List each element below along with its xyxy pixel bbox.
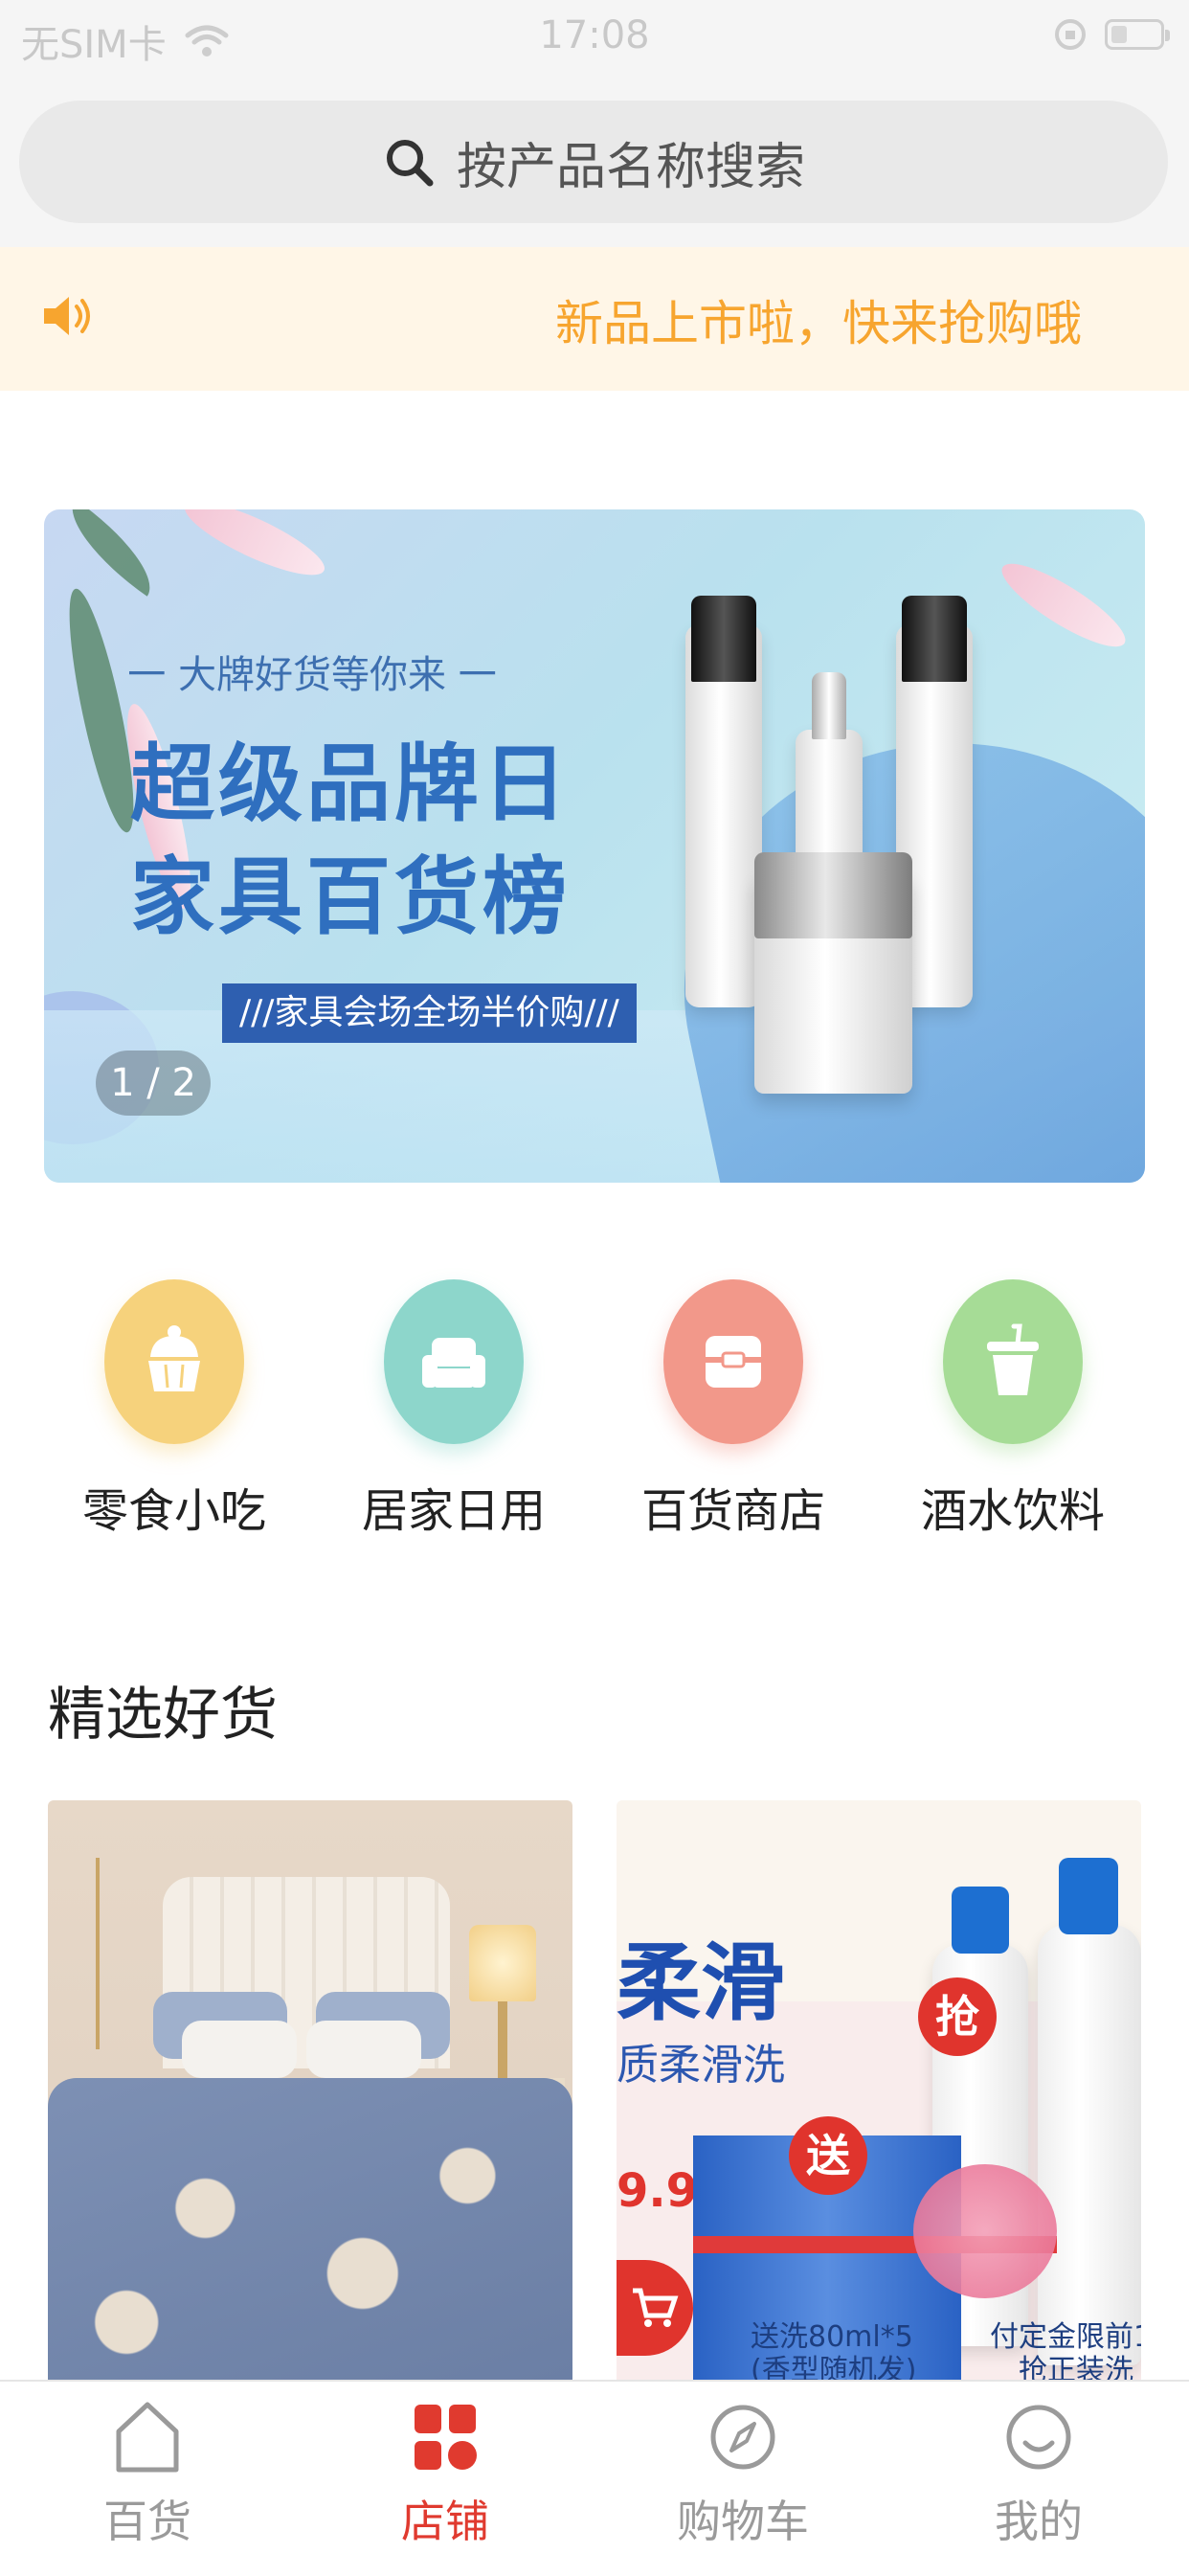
search-placeholder: 按产品名称搜索 bbox=[456, 138, 805, 196]
category-label: 居家日用 bbox=[361, 1484, 546, 1538]
search-input[interactable]: 按产品名称搜索 bbox=[19, 101, 1168, 223]
product-card-bedding[interactable] bbox=[48, 1800, 572, 2384]
tab-label: 购物车 bbox=[677, 2496, 809, 2547]
banner-title-line2: 家具百货榜 bbox=[130, 847, 572, 946]
cake-icon bbox=[104, 1279, 244, 1444]
notice-text: 新品上市啦，快来抢购哦 bbox=[555, 296, 1082, 351]
tab-cart[interactable]: 购物车 bbox=[647, 2399, 839, 2550]
category-label: 零食小吃 bbox=[81, 1484, 266, 1538]
speaker-icon bbox=[44, 297, 90, 335]
category-label: 百货商店 bbox=[640, 1484, 825, 1538]
banner-title: 超级品牌日 家具百货榜 bbox=[130, 728, 571, 954]
house-icon bbox=[116, 2402, 179, 2473]
status-right bbox=[1053, 17, 1170, 52]
store-icon bbox=[663, 1279, 803, 1444]
grab-badge: 抢 bbox=[918, 1977, 997, 2056]
product-card-shampoo[interactable]: 柔滑 质柔滑洗 9.9 抢 送 送洗80ml*5 (香型随机发) 付定金限前1 … bbox=[617, 1800, 1141, 2384]
bottle-image bbox=[685, 624, 762, 1007]
product-promo-big: 柔滑 bbox=[617, 1933, 786, 2032]
smile-icon bbox=[1006, 2405, 1071, 2470]
category-home[interactable]: 居家日用 bbox=[314, 1279, 594, 1540]
product-promo-sub: 质柔滑洗 bbox=[617, 2041, 785, 2090]
gift-note-2: (香型随机发) bbox=[751, 2354, 917, 2384]
banner-title-line1: 超级品牌日 bbox=[130, 734, 572, 833]
bedding-image bbox=[48, 2078, 572, 2384]
gift-badge: 送 bbox=[789, 2116, 867, 2195]
tab-label: 我的 bbox=[995, 2496, 1083, 2547]
drink-cup-icon bbox=[943, 1279, 1083, 1444]
banner-tag: ///家具会场全场半价购/// bbox=[222, 983, 637, 1043]
sofa-icon bbox=[384, 1279, 524, 1444]
deposit-note-2: 抢正装洗 bbox=[1019, 2354, 1133, 2384]
category-drinks[interactable]: 酒水饮料 bbox=[873, 1279, 1153, 1540]
category-label: 酒水饮料 bbox=[920, 1484, 1105, 1538]
battery-icon bbox=[1105, 19, 1170, 50]
tab-label: 店铺 bbox=[401, 2496, 489, 2547]
banner-pager: 1 / 2 bbox=[96, 1051, 211, 1116]
section-title: 精选好货 bbox=[48, 1682, 278, 1749]
shampoo-bottle-image bbox=[1038, 1925, 1141, 2365]
tab-profile[interactable]: 我的 bbox=[943, 2399, 1134, 2550]
tab-home[interactable]: 百货 bbox=[52, 2399, 243, 2550]
search-icon bbox=[386, 140, 434, 187]
product-price: 9.9 bbox=[617, 2164, 699, 2218]
tab-store[interactable]: 店铺 bbox=[349, 2399, 541, 2550]
promo-banner[interactable]: 一 大牌好货等你来 一 超级品牌日 家具百货榜 ///家具会场全场半价购/// … bbox=[44, 509, 1145, 1183]
tab-label: 百货 bbox=[103, 2496, 191, 2547]
grid-icon bbox=[415, 2405, 477, 2470]
banner-subtitle: 一 大牌好货等你来 一 bbox=[127, 653, 497, 697]
status-time: 17:08 bbox=[539, 13, 650, 57]
orientation-lock-icon bbox=[1055, 19, 1086, 50]
category-snacks[interactable]: 零食小吃 bbox=[34, 1279, 314, 1540]
compass-icon bbox=[710, 2405, 775, 2470]
category-store[interactable]: 百货商店 bbox=[594, 1279, 873, 1540]
